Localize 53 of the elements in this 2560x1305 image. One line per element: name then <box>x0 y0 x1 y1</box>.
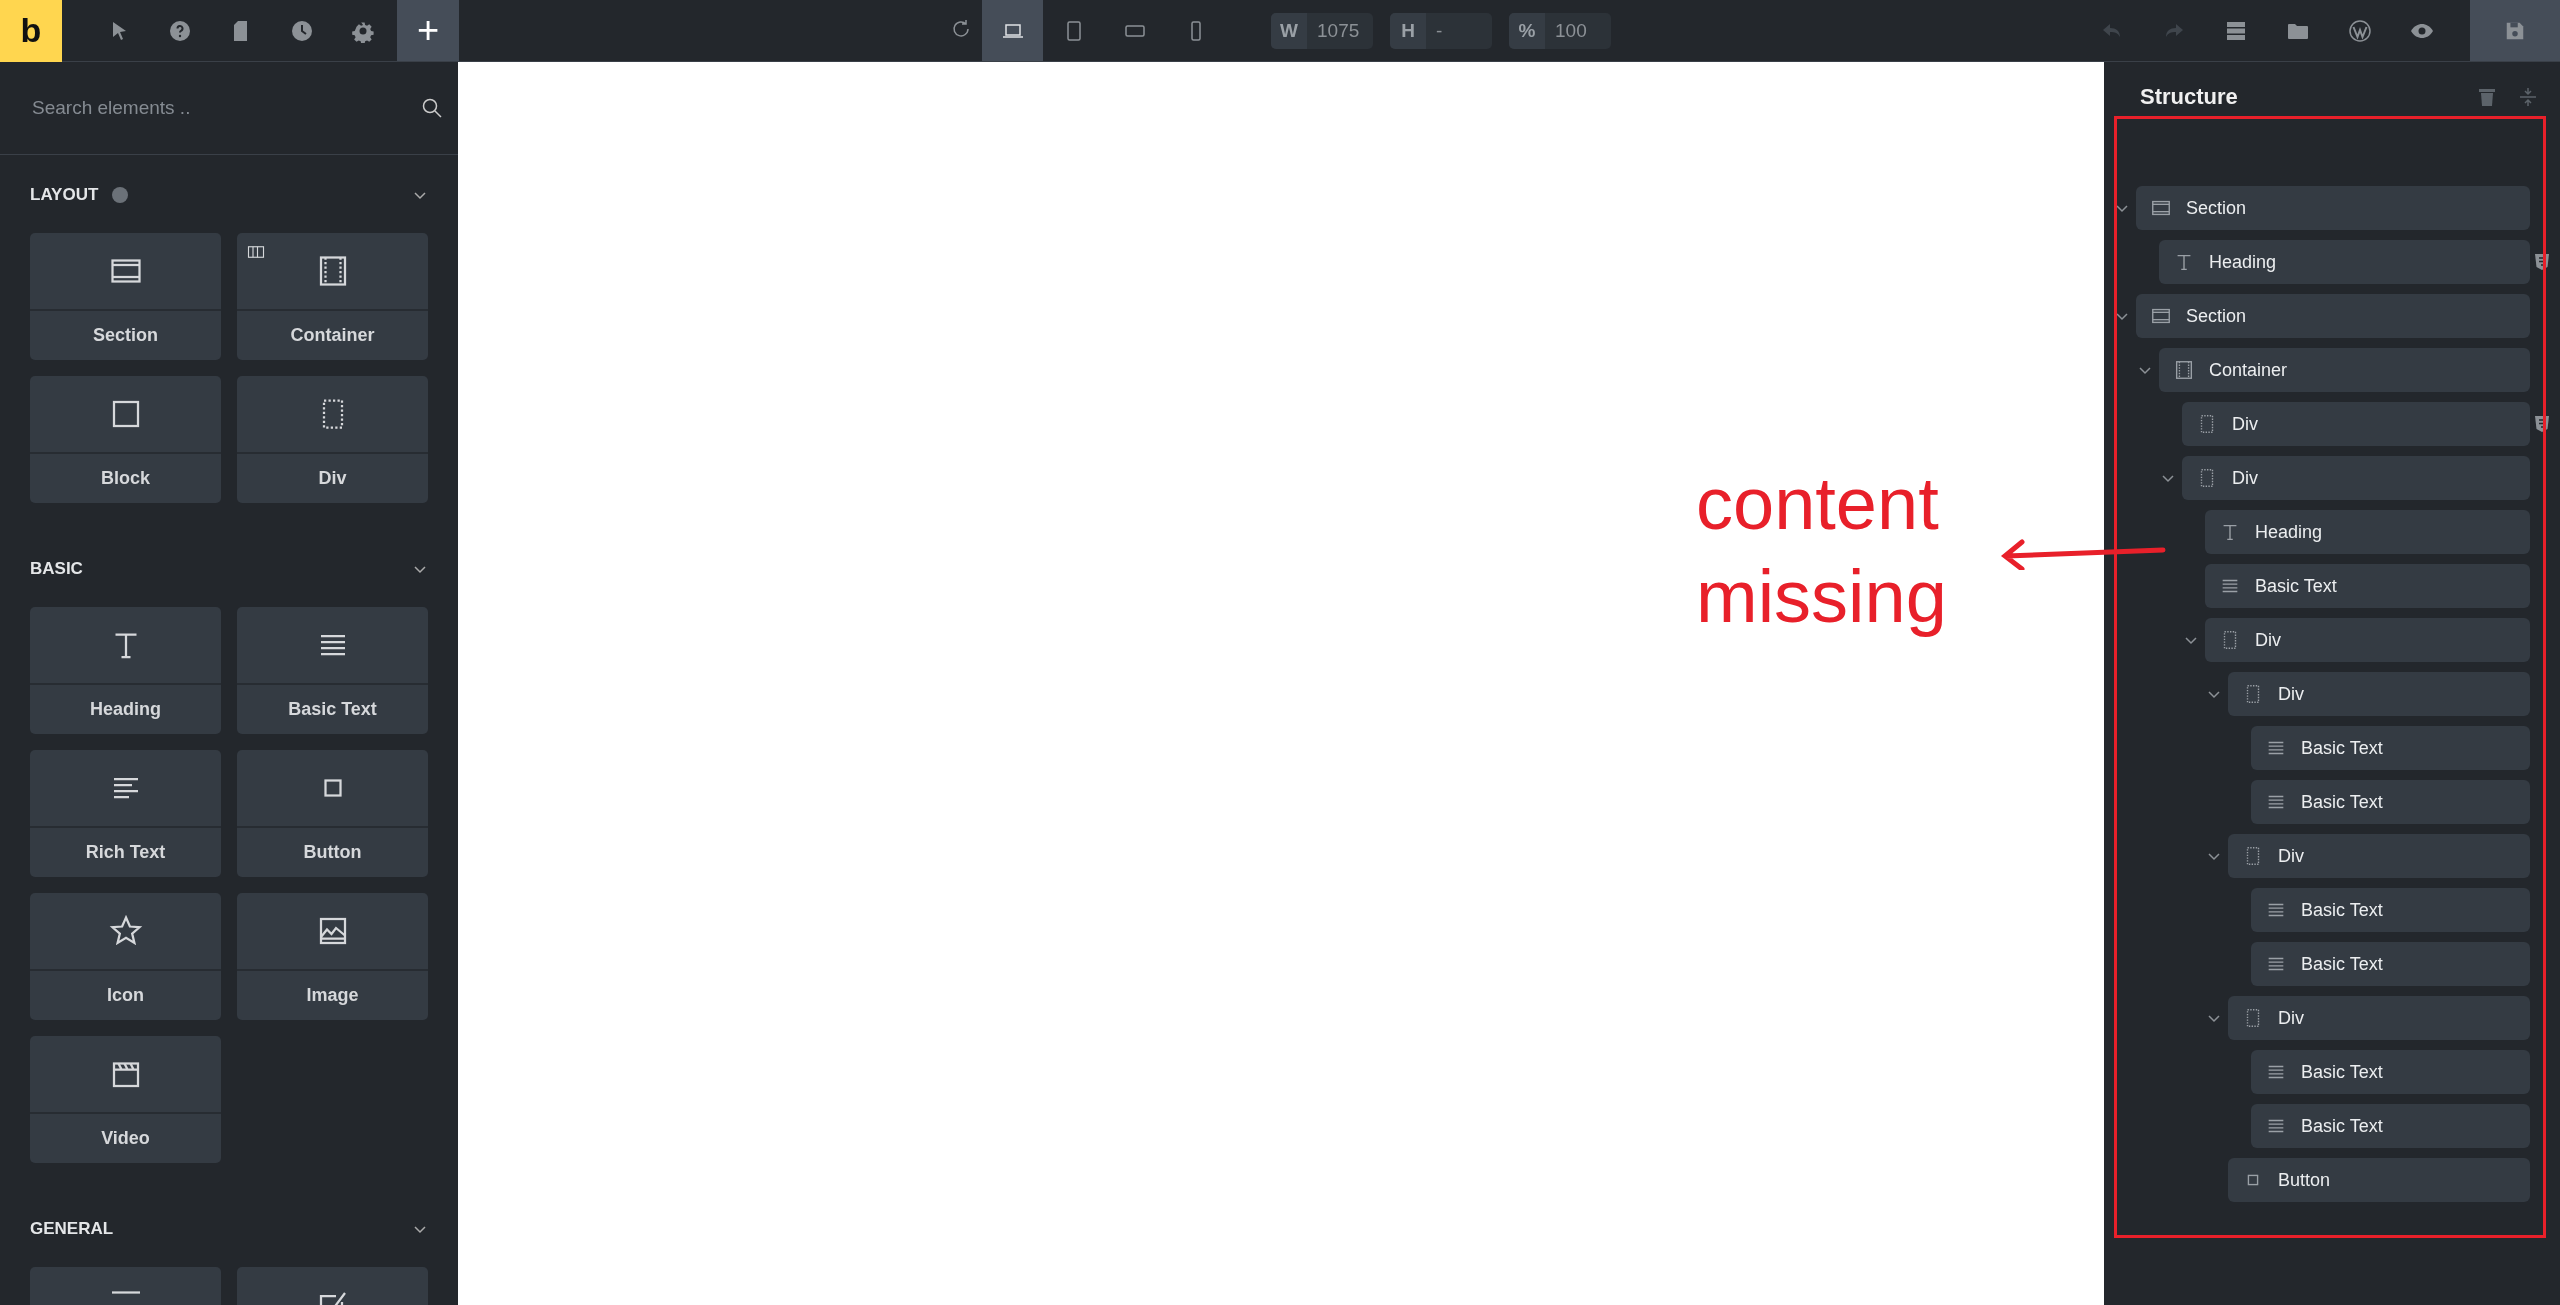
columns-icon <box>247 243 265 261</box>
structure-item[interactable]: Section <box>2136 186 2530 230</box>
structure-item[interactable]: Basic Text <box>2205 564 2530 608</box>
structure-item[interactable]: Basic Text <box>2251 1050 2530 1094</box>
panel-title: Structure <box>2140 84 2238 110</box>
element-card[interactable]: Basic Text <box>237 607 428 734</box>
structure-item[interactable]: Div <box>2182 402 2530 446</box>
clock-icon[interactable] <box>290 18 314 43</box>
category-title[interactable]: BASIC <box>30 559 83 579</box>
element-card[interactable]: Container <box>237 233 428 360</box>
element-card[interactable]: Icon <box>30 893 221 1020</box>
add-button[interactable]: + <box>397 0 459 61</box>
size-field[interactable]: H - <box>1390 12 1492 49</box>
collapse-icon[interactable] <box>2518 87 2538 107</box>
structure-item[interactable]: Div <box>2228 996 2530 1040</box>
search-field[interactable]: Search elements .. <box>30 96 420 120</box>
info-icon[interactable] <box>112 187 129 203</box>
element-card[interactable]: Rich Text <box>30 750 221 877</box>
element-card[interactable]: Div <box>237 376 428 503</box>
structure-item[interactable]: Div <box>2228 834 2530 878</box>
structure-item[interactable]: Basic Text <box>2251 780 2530 824</box>
structure-item[interactable]: Section <box>2136 294 2530 338</box>
divider-icon <box>111 1291 140 1294</box>
size-field[interactable]: % 100 <box>1509 12 1611 49</box>
trash-icon[interactable] <box>2478 87 2496 107</box>
structure-item[interactable]: Div <box>2205 618 2530 662</box>
size-field[interactable]: W 1075 <box>1271 12 1373 49</box>
save-button[interactable] <box>2470 0 2560 61</box>
structure-item[interactable]: Div <box>2182 456 2530 500</box>
container-icon <box>2173 359 2195 381</box>
element-card[interactable]: Section <box>30 233 221 360</box>
logo[interactable]: b <box>0 0 62 62</box>
circle-w-icon[interactable] <box>2348 18 2372 43</box>
structure-item[interactable]: Basic Text <box>2251 888 2530 932</box>
structure-item[interactable]: Heading <box>2205 510 2530 554</box>
structure-item[interactable]: Button <box>2228 1158 2530 1202</box>
element-card[interactable]: Block <box>30 376 221 503</box>
structure-item[interactable]: Div <box>2228 672 2530 716</box>
help-icon[interactable] <box>168 18 192 43</box>
structure-item[interactable]: Heading <box>2159 240 2530 284</box>
structure-item[interactable]: Basic Text <box>2251 726 2530 770</box>
element-card[interactable]: Heading <box>30 607 221 734</box>
device-button[interactable] <box>982 0 1043 61</box>
structure-item[interactable]: Basic Text <box>2251 942 2530 986</box>
element-card[interactable]: Button <box>237 750 428 877</box>
category-title[interactable]: LAYOUT <box>30 185 99 205</box>
element-card[interactable]: Image <box>237 893 428 1020</box>
element-card[interactable]: Video <box>30 1036 221 1163</box>
search-icon <box>420 96 444 120</box>
structure-item[interactable]: Basic Text <box>2251 1104 2530 1148</box>
category-title[interactable]: GENERAL <box>30 1219 114 1239</box>
annotation-text: content missing <box>1696 461 1948 640</box>
structure-item[interactable]: Container <box>2159 348 2530 392</box>
